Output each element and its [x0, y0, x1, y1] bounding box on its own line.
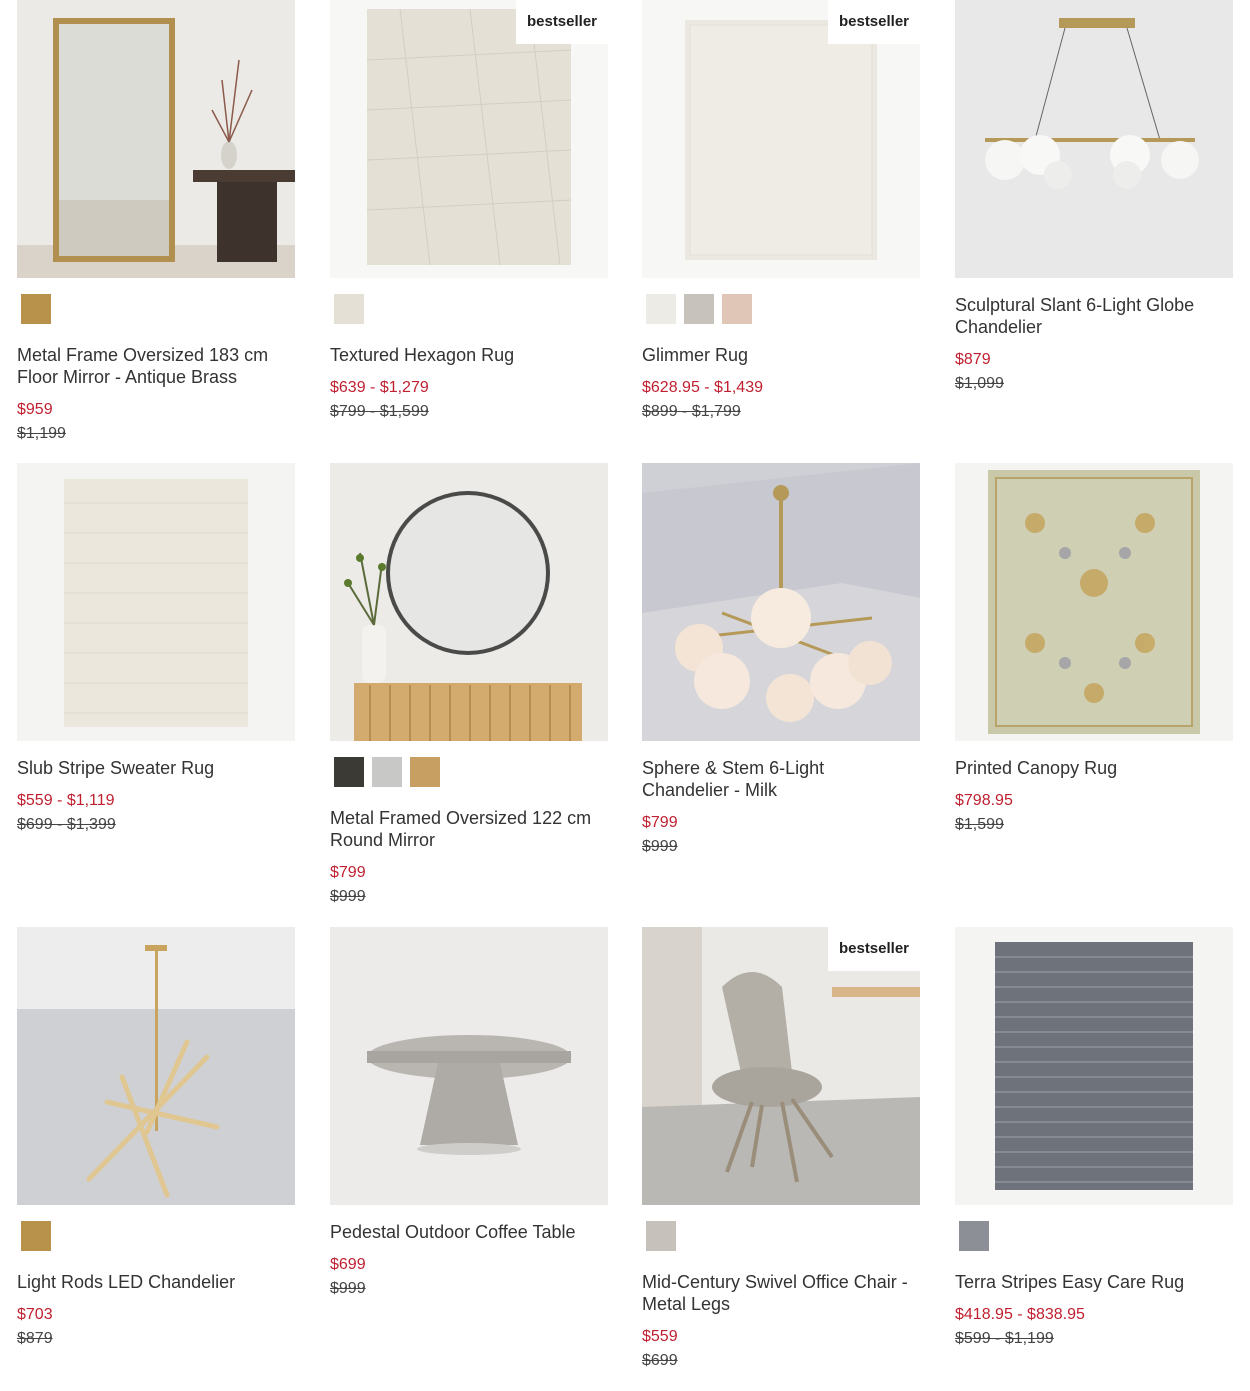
original-price: $879 [17, 1330, 53, 1347]
original-price: $699 [642, 1352, 678, 1369]
bestseller-badge: bestseller [828, 927, 920, 971]
color-swatch-brass[interactable] [410, 757, 440, 787]
product-title[interactable]: Sphere & Stem 6-Light Chandelier - Milk [642, 757, 916, 801]
product-image-floor-mirror[interactable] [17, 0, 295, 278]
original-price: $899 - $1,799 [642, 403, 741, 420]
product-title[interactable]: Textured Hexagon Rug [330, 344, 604, 366]
sale-price: $639 - $1,279 [330, 379, 429, 396]
sale-price: $559 [642, 1328, 678, 1345]
bestseller-badge: bestseller [828, 0, 920, 44]
color-swatch-brass[interactable] [21, 1221, 51, 1251]
product-image-slub-stripe-rug[interactable] [17, 463, 295, 741]
product-image-terra-stripes-rug[interactable] [955, 927, 1233, 1205]
color-swatch-ivory[interactable] [646, 294, 676, 324]
product-title[interactable]: Printed Canopy Rug [955, 757, 1229, 779]
product-title[interactable]: Slub Stripe Sweater Rug [17, 757, 291, 779]
sale-price: $799 [642, 814, 678, 831]
color-swatch-blush[interactable] [722, 294, 752, 324]
original-price: $699 - $1,399 [17, 816, 116, 833]
original-price: $999 [330, 1280, 366, 1297]
color-swatch-dark-bronze[interactable] [334, 757, 364, 787]
product-image-sphere-stem-chandelier[interactable] [642, 463, 920, 741]
sale-price: $699 [330, 1256, 366, 1273]
original-price: $999 [330, 888, 366, 905]
color-swatch-ivory[interactable] [334, 294, 364, 324]
original-price: $599 - $1,199 [955, 1330, 1054, 1347]
sale-price: $798.95 [955, 792, 1013, 809]
color-swatch-slate[interactable] [959, 1221, 989, 1251]
product-image-globe-chandelier[interactable] [955, 0, 1233, 278]
product-title[interactable]: Light Rods LED Chandelier [17, 1271, 291, 1293]
product-title[interactable]: Glimmer Rug [642, 344, 916, 366]
color-swatch-silver[interactable] [372, 757, 402, 787]
sale-price: $628.95 - $1,439 [642, 379, 763, 396]
product-image-round-mirror[interactable] [330, 463, 608, 741]
product-title[interactable]: Mid-Century Swivel Office Chair - Metal … [642, 1271, 916, 1315]
original-price: $999 [642, 838, 678, 855]
sale-price: $799 [330, 864, 366, 881]
product-title[interactable]: Metal Frame Oversized 183 cm Floor Mirro… [17, 344, 291, 388]
product-title[interactable]: Metal Framed Oversized 122 cm Round Mirr… [330, 807, 604, 851]
color-swatch-antique-brass[interactable] [21, 294, 51, 324]
original-price: $799 - $1,599 [330, 403, 429, 420]
original-price: $1,099 [955, 375, 1004, 392]
color-swatch-gray[interactable] [684, 294, 714, 324]
color-swatch-stone[interactable] [646, 1221, 676, 1251]
sale-price: $418.95 - $838.95 [955, 1306, 1085, 1323]
sale-price: $879 [955, 351, 991, 368]
sale-price: $959 [17, 401, 53, 418]
product-image-pedestal-coffee-table[interactable] [330, 927, 608, 1205]
original-price: $1,199 [17, 425, 66, 442]
bestseller-badge: bestseller [516, 0, 608, 44]
product-image-light-rods-chandelier[interactable] [17, 927, 295, 1205]
sale-price: $559 - $1,119 [17, 792, 115, 809]
product-title[interactable]: Terra Stripes Easy Care Rug [955, 1271, 1229, 1293]
sale-price: $703 [17, 1306, 53, 1323]
product-title[interactable]: Sculptural Slant 6-Light Globe Chandelie… [955, 294, 1229, 338]
original-price: $1,599 [955, 816, 1004, 833]
product-image-printed-canopy-rug[interactable] [955, 463, 1233, 741]
product-title[interactable]: Pedestal Outdoor Coffee Table [330, 1221, 604, 1243]
